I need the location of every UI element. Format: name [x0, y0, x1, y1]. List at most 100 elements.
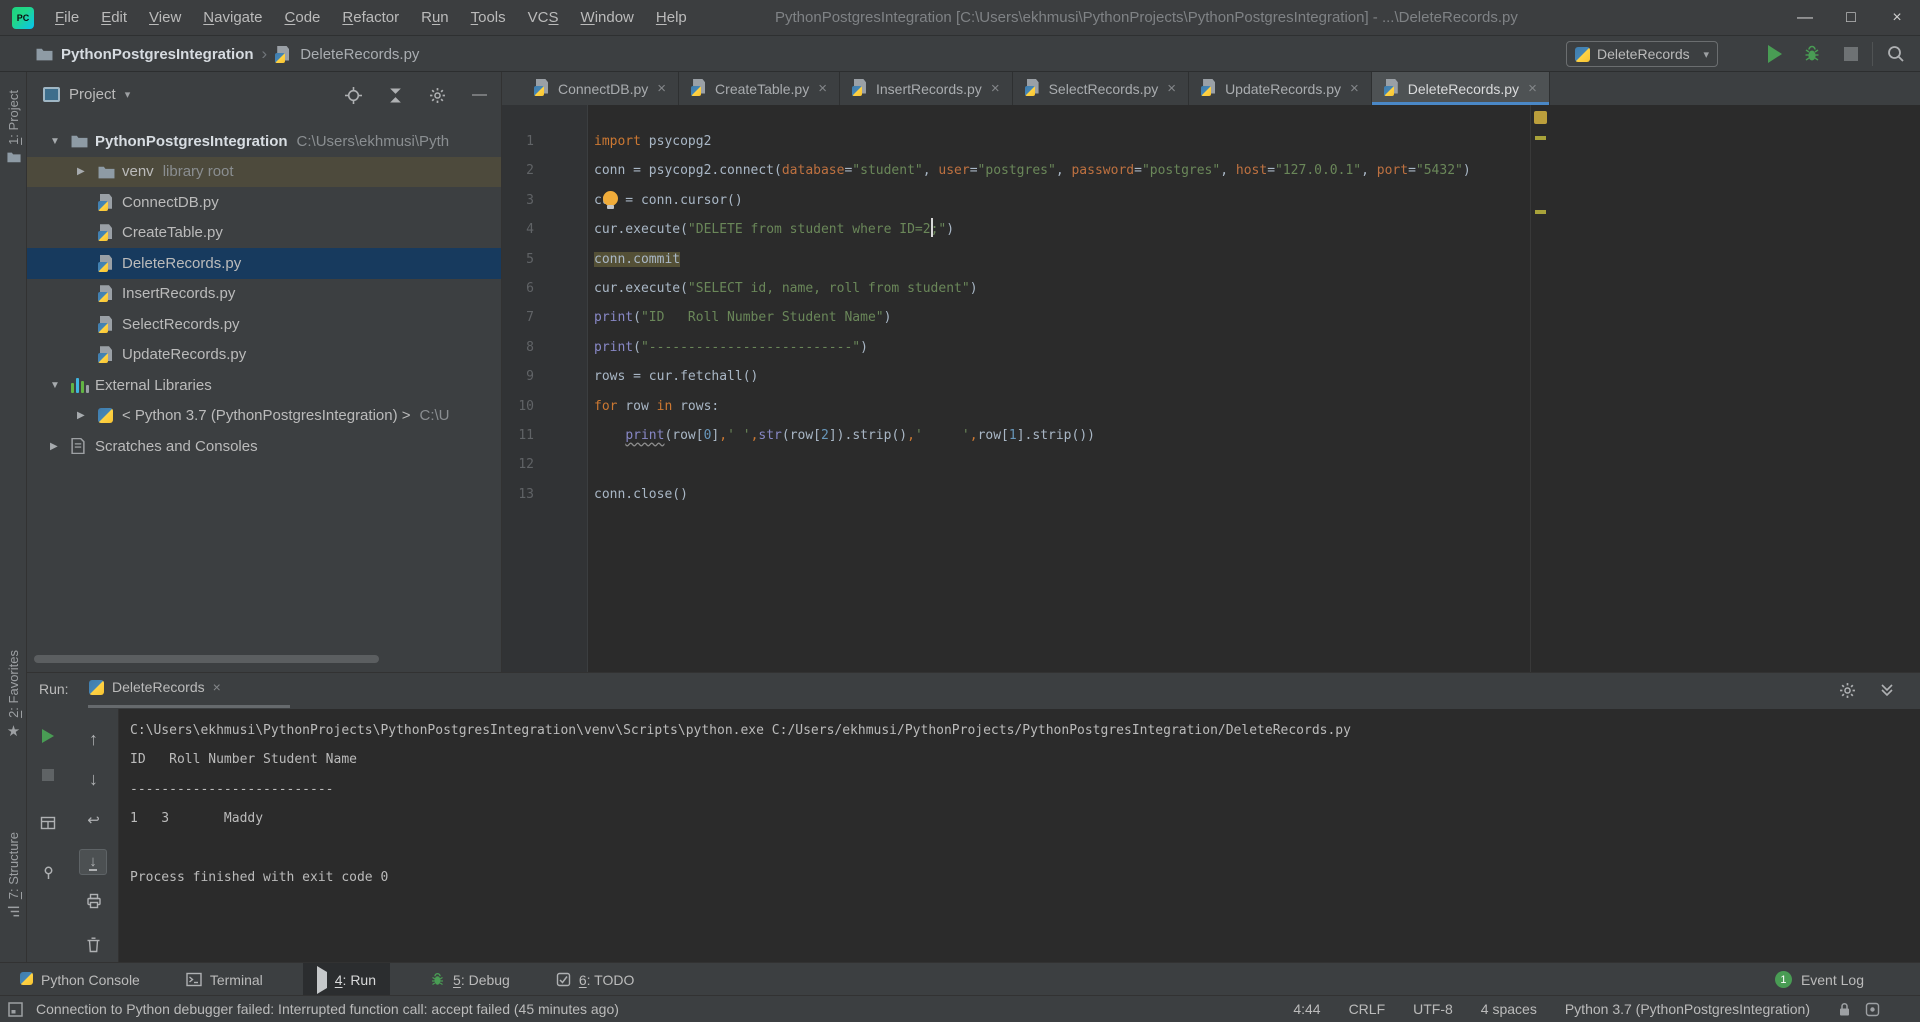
collapse-all-icon[interactable]	[388, 88, 403, 103]
chevron-collapsed-icon[interactable]: ▶	[50, 441, 71, 452]
menu-item-run[interactable]: Run	[410, 0, 460, 36]
close-icon[interactable]: ×	[657, 80, 666, 97]
tree-item-external-libraries[interactable]: ▼External Libraries	[27, 370, 502, 401]
debug-button[interactable]	[1802, 44, 1822, 64]
locate-icon[interactable]	[345, 87, 362, 104]
editor-tab-connectdb.py[interactable]: ConnectDB.py×	[522, 72, 679, 105]
toolwindow-button-5-debug[interactable]: 5: Debug	[424, 963, 516, 996]
status-item-4-spaces[interactable]: 4 spaces	[1481, 1001, 1537, 1017]
editor-tab-createtable.py[interactable]: CreateTable.py×	[679, 72, 840, 105]
warning-stripe-mark[interactable]	[1535, 136, 1546, 140]
run-button[interactable]	[1768, 45, 1782, 63]
layout-icon[interactable]	[27, 815, 69, 831]
collapse-icon[interactable]	[1880, 682, 1894, 699]
menu-item-edit[interactable]: Edit	[90, 0, 138, 36]
tree-item-createtable-py[interactable]: CreateTable.py	[27, 218, 502, 249]
sidebar-item-structure[interactable]: 7: Structure	[0, 832, 27, 918]
close-icon[interactable]: ×	[818, 80, 827, 97]
gear-icon[interactable]	[429, 87, 446, 104]
minimize-icon[interactable]: —	[472, 86, 487, 104]
sidebar-item-project[interactable]: 1: Project	[0, 90, 27, 163]
print-icon[interactable]	[69, 893, 118, 909]
code-token: str	[758, 428, 781, 443]
menu-item-window[interactable]: Window	[570, 0, 645, 36]
console-output[interactable]: C:\Users\ekhmusi\PythonProjects\PythonPo…	[130, 716, 1351, 892]
editor-tab-insertrecords.py[interactable]: InsertRecords.py×	[840, 72, 1013, 105]
close-icon[interactable]: ×	[1167, 80, 1176, 97]
tree-item-pythonpostgresintegration[interactable]: ▼PythonPostgresIntegrationC:\Users\ekhmu…	[27, 126, 502, 157]
run-toolbar-main	[27, 709, 69, 963]
menu-item-file[interactable]: File	[44, 0, 90, 36]
toolwindow-button-python-console[interactable]: Python Console	[14, 963, 146, 996]
rerun-icon[interactable]	[27, 729, 69, 743]
sidebar-item-favorites[interactable]: 2: Favorites ★	[0, 650, 27, 739]
menu-item-code[interactable]: Code	[274, 0, 332, 36]
editor-tab-deleterecords.py[interactable]: DeleteRecords.py×	[1372, 72, 1550, 105]
down-icon[interactable]: ↓	[69, 769, 118, 790]
close-button[interactable]: ×	[1874, 0, 1920, 36]
tree-item-scratches-and-consoles[interactable]: ▶Scratches and Consoles	[27, 431, 502, 462]
chevron-collapsed-icon[interactable]: ▶	[77, 166, 98, 177]
search-icon[interactable]	[1886, 44, 1906, 64]
gear-icon[interactable]	[1839, 682, 1856, 699]
tool-window-switcher-icon[interactable]	[8, 1002, 23, 1017]
clear-icon[interactable]	[69, 937, 118, 953]
status-item-utf-8[interactable]: UTF-8	[1413, 1001, 1453, 1017]
breadcrumb-project[interactable]: PythonPostgresIntegration	[61, 46, 254, 63]
status-item-python-3-7-pythonpostgresintegration-[interactable]: Python 3.7 (PythonPostgresIntegration)	[1565, 1001, 1810, 1017]
up-icon[interactable]: ↑	[69, 729, 118, 750]
toolwindow-button-terminal[interactable]: Terminal	[180, 963, 269, 996]
run-configuration-selector[interactable]: DeleteRecords ▾	[1566, 41, 1718, 67]
status-item-4-44[interactable]: 4:44	[1293, 1001, 1320, 1017]
toolwindow-button-label: 6: TODO	[579, 972, 635, 988]
horizontal-scrollbar[interactable]	[34, 655, 379, 663]
warning-stripe-mark[interactable]	[1535, 210, 1546, 214]
run-tab[interactable]: DeleteRecords ×	[89, 679, 221, 695]
tree-item-selectrecords-py[interactable]: SelectRecords.py	[27, 309, 502, 340]
code-line-9: rows = cur.fetchall()	[594, 362, 1471, 391]
menu-item-refactor[interactable]: Refactor	[331, 0, 410, 36]
scroll-end-icon[interactable]: ↓	[79, 849, 107, 875]
pin-icon[interactable]	[27, 865, 69, 880]
window-controls: — □ ×	[1782, 0, 1920, 36]
chevron-expanded-icon[interactable]: ▼	[50, 136, 71, 147]
stop-button[interactable]	[1844, 47, 1858, 61]
soft-wrap-icon[interactable]: ↩	[69, 811, 118, 829]
close-icon[interactable]: ×	[991, 80, 1000, 97]
editor-tab-updaterecords.py[interactable]: UpdateRecords.py×	[1189, 72, 1372, 105]
tree-item-updaterecords-py[interactable]: UpdateRecords.py	[27, 340, 502, 371]
tree-item-insertrecords-py[interactable]: InsertRecords.py	[27, 279, 502, 310]
menu-item-vcs[interactable]: VCS	[517, 0, 570, 36]
project-view-selector[interactable]: Project ▾	[43, 86, 130, 103]
tree-item-venv[interactable]: ▶venvlibrary root	[27, 157, 502, 188]
menu-item-tools[interactable]: Tools	[460, 0, 517, 36]
status-message[interactable]: Connection to Python debugger failed: In…	[36, 996, 619, 1022]
stop-icon[interactable]	[27, 769, 69, 781]
python-console-icon	[20, 972, 33, 988]
close-icon[interactable]: ×	[1528, 80, 1537, 97]
close-icon[interactable]: ×	[213, 679, 221, 695]
toolwindow-button-4-run[interactable]: 4: Run	[303, 963, 390, 996]
menu-item-view[interactable]: View	[138, 0, 192, 36]
status-item-crlf[interactable]: CRLF	[1349, 1001, 1386, 1017]
tree-item--python-3-7-pythonpostgresintegration-[interactable]: ▶< Python 3.7 (PythonPostgresIntegration…	[27, 401, 502, 432]
inspection-indicator[interactable]	[1534, 111, 1547, 124]
toolwindow-button-6-todo[interactable]: 6: TODO	[550, 963, 641, 996]
menu-item-navigate[interactable]: Navigate	[192, 0, 273, 36]
event-log-button[interactable]: 1 Event Log	[1775, 963, 1864, 996]
tree-item-connectdb-py[interactable]: ConnectDB.py	[27, 187, 502, 218]
code-token: ;"	[931, 222, 947, 237]
code-editor[interactable]: 12345678910111213 import psycopg2conn = …	[502, 105, 1920, 672]
tree-item-deleterecords-py[interactable]: DeleteRecords.py	[27, 248, 502, 279]
intention-bulb-icon[interactable]	[603, 191, 618, 206]
tree-item-label: CreateTable.py	[122, 224, 223, 241]
chevron-collapsed-icon[interactable]: ▶	[77, 410, 98, 421]
minimize-button[interactable]: —	[1782, 0, 1828, 36]
editor-tab-selectrecords.py[interactable]: SelectRecords.py×	[1013, 72, 1189, 105]
breadcrumb-file[interactable]: DeleteRecords.py	[300, 46, 419, 63]
menu-item-help[interactable]: Help	[645, 0, 698, 36]
maximize-button[interactable]: □	[1828, 0, 1874, 36]
close-icon[interactable]: ×	[1350, 80, 1359, 97]
chevron-expanded-icon[interactable]: ▼	[50, 380, 71, 391]
python-icon	[98, 408, 122, 423]
